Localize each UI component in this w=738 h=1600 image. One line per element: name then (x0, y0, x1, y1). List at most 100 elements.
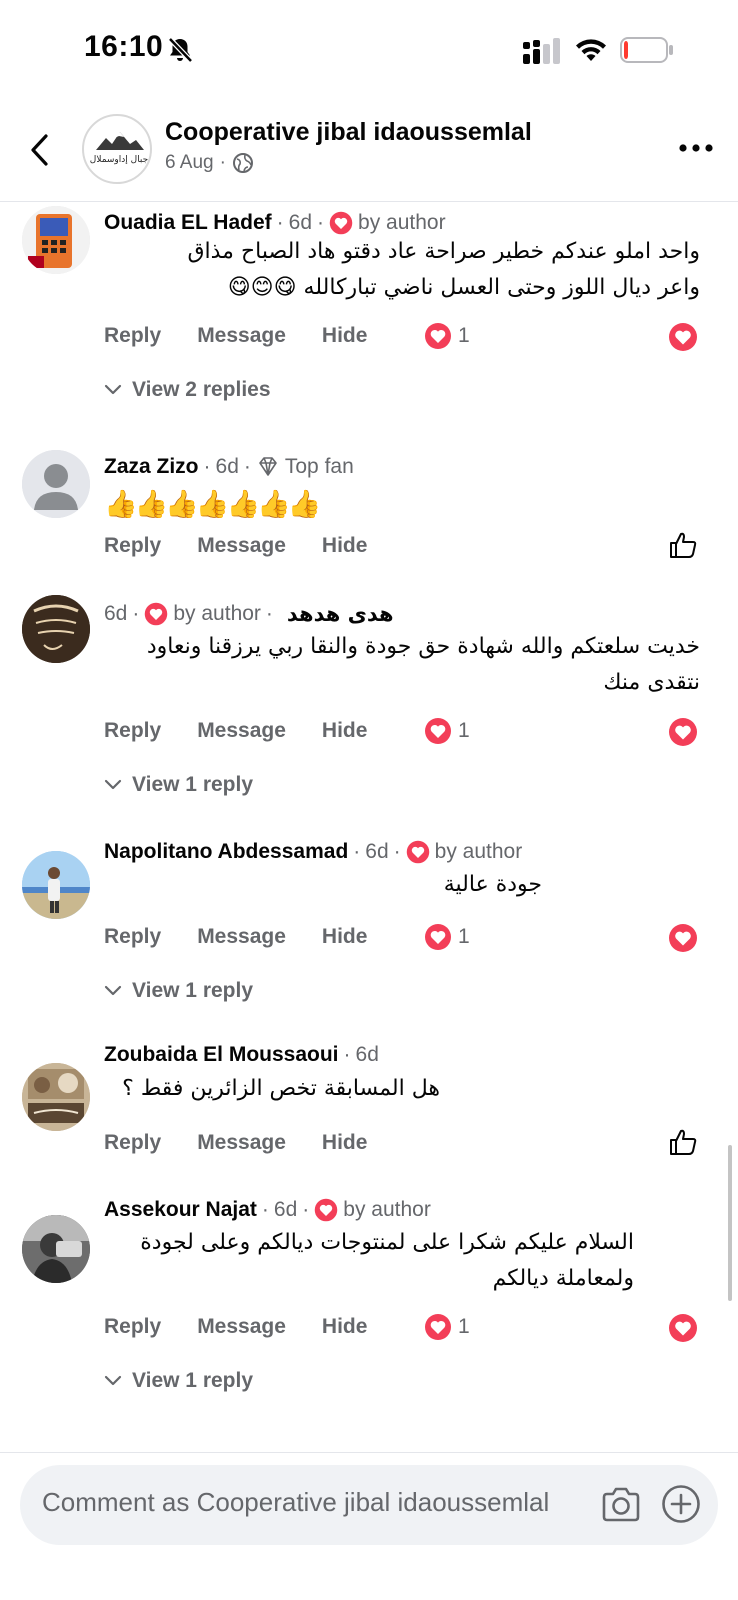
comment-time[interactable]: 6d (274, 1198, 297, 1222)
chevron-down-icon (104, 985, 122, 996)
reaction-count[interactable]: 1 (424, 1313, 470, 1341)
comment-actions: Reply Message Hide (104, 534, 403, 558)
reply-button[interactable]: Reply (104, 1131, 161, 1155)
by-author-badge: by author (173, 602, 261, 625)
comment-input[interactable] (42, 1487, 602, 1518)
comment-item: Zoubaida El Moussaoui · 6d هل المسابقة ت… (0, 1043, 738, 1193)
author-name[interactable]: Zoubaida El Moussaoui (104, 1043, 339, 1067)
hide-button[interactable]: Hide (322, 719, 368, 743)
comment-text: خديت سلعتكم والله شهادة حق جودة والنقا ر… (147, 629, 700, 701)
reaction-count[interactable]: 1 (424, 717, 470, 745)
by-author-badge: by author (343, 1198, 431, 1221)
top-fan-badge: Top fan (284, 455, 354, 478)
page-name[interactable]: Cooperative jibal idaoussemlal (165, 118, 532, 147)
love-reaction-icon[interactable] (668, 322, 698, 352)
view-replies-label: View 1 reply (132, 1369, 254, 1392)
comment-time[interactable]: 6d (289, 211, 312, 235)
comment-time[interactable]: 6d (216, 455, 239, 479)
love-reaction-icon[interactable] (668, 923, 698, 953)
reaction-count[interactable]: 1 (424, 322, 470, 350)
author-name[interactable]: Assekour Najat (104, 1198, 257, 1222)
message-button[interactable]: Message (197, 719, 286, 743)
chevron-down-icon (104, 1375, 122, 1386)
comment-text-line: خديت سلعتكم والله شهادة حق جودة والنقا ر… (146, 634, 700, 659)
message-button[interactable]: Message (197, 1315, 286, 1339)
reply-button[interactable]: Reply (104, 324, 161, 348)
message-button[interactable]: Message (197, 534, 286, 558)
comment-time[interactable]: 6d (104, 602, 127, 626)
reply-button[interactable]: Reply (104, 719, 161, 743)
hide-button[interactable]: Hide (322, 1131, 368, 1155)
comment-text: 👍👍👍👍👍👍👍 (104, 489, 321, 520)
love-badge-icon (313, 1197, 340, 1223)
comment-header: Zoubaida El Moussaoui · 6d (104, 1043, 379, 1067)
hide-button[interactable]: Hide (322, 925, 368, 949)
avatar-image-icon (22, 206, 90, 274)
author-name[interactable]: هدى هدهد (287, 602, 394, 626)
more-options-icon[interactable] (678, 138, 714, 158)
comment-header: Napolitano Abdessamad · 6d · by author (104, 839, 522, 865)
author-name[interactable]: Zaza Zizo (104, 455, 199, 479)
love-reaction-icon (425, 1314, 451, 1340)
reply-button[interactable]: Reply (104, 534, 161, 558)
hide-button[interactable]: Hide (322, 324, 368, 348)
like-icon[interactable] (668, 530, 698, 560)
add-attachment-icon[interactable] (660, 1483, 702, 1525)
commenter-avatar[interactable] (22, 851, 90, 919)
message-button[interactable]: Message (197, 1131, 286, 1155)
diamond-icon (259, 457, 277, 476)
hide-button[interactable]: Hide (322, 1315, 368, 1339)
comment-header: 6d · by author · هدى هدهد (104, 601, 394, 627)
composer-box[interactable] (20, 1465, 718, 1545)
comment-time[interactable]: 6d (356, 1043, 379, 1067)
avatar-image-icon (22, 1063, 90, 1131)
love-reaction-icon[interactable] (668, 1313, 698, 1343)
view-replies-label: View 1 reply (132, 979, 254, 1002)
reaction-count-value: 1 (458, 925, 470, 948)
meta-separator: · (203, 455, 211, 478)
camera-icon[interactable] (600, 1485, 642, 1525)
meta-separator: · (265, 602, 273, 625)
comment-text-line: جودة عالية (443, 872, 542, 897)
comment-text-line: واعر ديال اللوز وحتى العسل ناضي تباركالل… (227, 275, 700, 300)
chevron-down-icon (104, 779, 122, 790)
like-icon[interactable] (668, 1127, 698, 1157)
back-arrow-icon[interactable] (26, 130, 56, 170)
commenter-avatar[interactable] (22, 1063, 90, 1131)
commenter-avatar[interactable] (22, 206, 90, 274)
love-reaction-icon[interactable] (668, 717, 698, 747)
commenter-avatar[interactable] (22, 450, 90, 518)
hide-button[interactable]: Hide (322, 534, 368, 558)
view-replies-button[interactable]: View 1 reply (104, 773, 253, 797)
reply-button[interactable]: Reply (104, 925, 161, 949)
author-name[interactable]: Napolitano Abdessamad (104, 840, 348, 864)
view-replies-button[interactable]: View 1 reply (104, 1369, 253, 1393)
message-button[interactable]: Message (197, 324, 286, 348)
commenter-avatar[interactable] (22, 1215, 90, 1283)
view-replies-button[interactable]: View 2 replies (104, 378, 271, 402)
reaction-count[interactable]: 1 (424, 923, 470, 951)
comment-text: واحد املو عندكم خطير صراحة عاد دقتو هاد … (187, 234, 700, 306)
comment-composer (0, 1452, 738, 1600)
meta-separator: · (276, 211, 284, 234)
page-avatar[interactable]: جبال إداوسملال (82, 114, 152, 184)
reply-button[interactable]: Reply (104, 1315, 161, 1339)
avatar-image-icon (22, 1215, 90, 1283)
comment-actions: Reply Message Hide (104, 719, 403, 743)
comment-text: السلام عليكم شكرا على لمنتوجات ديالكم وع… (140, 1225, 634, 1297)
love-badge-icon (404, 839, 431, 865)
comment-item: Napolitano Abdessamad · 6d · by author ج… (0, 835, 738, 1035)
scrollbar[interactable] (728, 1145, 732, 1301)
globe-icon (232, 153, 253, 173)
commenter-avatar[interactable] (22, 595, 90, 663)
by-author-badge: by author (358, 211, 446, 234)
comment-text: هل المسابقة تخص الزائرين فقط ؟ (122, 1071, 440, 1107)
comment-time[interactable]: 6d (365, 840, 388, 864)
by-author-badge: by author (434, 840, 523, 863)
comment-header: Assekour Najat · 6d · by author (104, 1197, 431, 1223)
meta-separator: · (132, 602, 140, 625)
comment-item: Assekour Najat · 6d · by author السلام ع… (0, 1197, 738, 1437)
view-replies-button[interactable]: View 1 reply (104, 979, 253, 1003)
message-button[interactable]: Message (197, 925, 286, 949)
author-name[interactable]: Ouadia EL Hadef (104, 211, 272, 235)
